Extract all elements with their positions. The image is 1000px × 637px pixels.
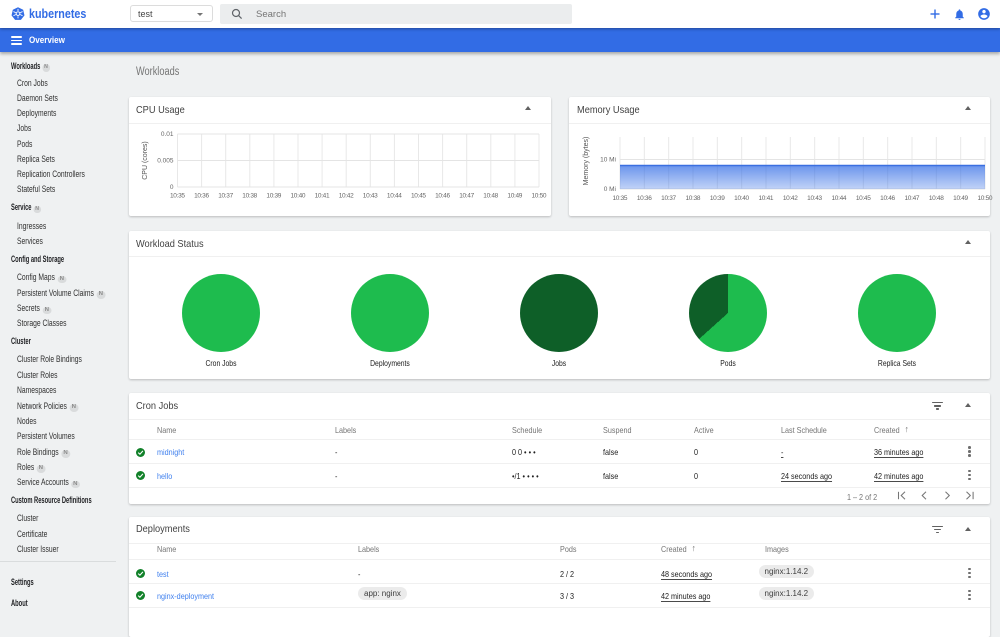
svg-text:10:49: 10:49 — [953, 195, 968, 202]
svg-text:10:42: 10:42 — [783, 195, 798, 202]
svg-text:0: 0 — [169, 184, 173, 191]
svg-text:10:38: 10:38 — [242, 193, 257, 200]
svg-text:0 Mi: 0 Mi — [604, 186, 616, 193]
svg-text:10:46: 10:46 — [880, 195, 895, 202]
svg-text:10:45: 10:45 — [856, 195, 871, 202]
svg-text:10:35: 10:35 — [170, 193, 185, 200]
svg-text:10:36: 10:36 — [194, 193, 209, 200]
svg-text:10:45: 10:45 — [411, 193, 426, 200]
svg-text:10:38: 10:38 — [686, 195, 701, 202]
svg-text:10:46: 10:46 — [435, 193, 450, 200]
svg-text:10:47: 10:47 — [905, 195, 920, 202]
svg-text:10:50: 10:50 — [531, 193, 546, 200]
svg-text:10:40: 10:40 — [734, 195, 749, 202]
svg-text:10:49: 10:49 — [507, 193, 522, 200]
svg-text:10:39: 10:39 — [266, 193, 281, 200]
svg-text:Memory (bytes): Memory (bytes) — [583, 137, 590, 186]
svg-text:10:50: 10:50 — [978, 195, 993, 202]
svg-text:10:42: 10:42 — [338, 193, 353, 200]
svg-text:10:41: 10:41 — [759, 195, 774, 202]
svg-text:10:37: 10:37 — [661, 195, 676, 202]
svg-text:10:43: 10:43 — [362, 193, 377, 200]
svg-text:10:43: 10:43 — [807, 195, 822, 202]
svg-text:10:40: 10:40 — [290, 193, 305, 200]
svg-text:10 Mi: 10 Mi — [600, 157, 616, 164]
svg-text:10:44: 10:44 — [386, 193, 401, 200]
svg-text:0.005: 0.005 — [157, 158, 174, 165]
svg-text:CPU (cores): CPU (cores) — [142, 141, 149, 180]
svg-text:10:48: 10:48 — [929, 195, 944, 202]
svg-text:10:44: 10:44 — [832, 195, 847, 202]
svg-text:10:47: 10:47 — [459, 193, 474, 200]
svg-text:10:41: 10:41 — [314, 193, 329, 200]
svg-text:10:37: 10:37 — [218, 193, 233, 200]
svg-text:10:48: 10:48 — [483, 193, 498, 200]
svg-text:0.01: 0.01 — [160, 131, 173, 138]
svg-text:10:36: 10:36 — [637, 195, 652, 202]
svg-text:10:35: 10:35 — [613, 195, 628, 202]
svg-text:10:39: 10:39 — [710, 195, 725, 202]
